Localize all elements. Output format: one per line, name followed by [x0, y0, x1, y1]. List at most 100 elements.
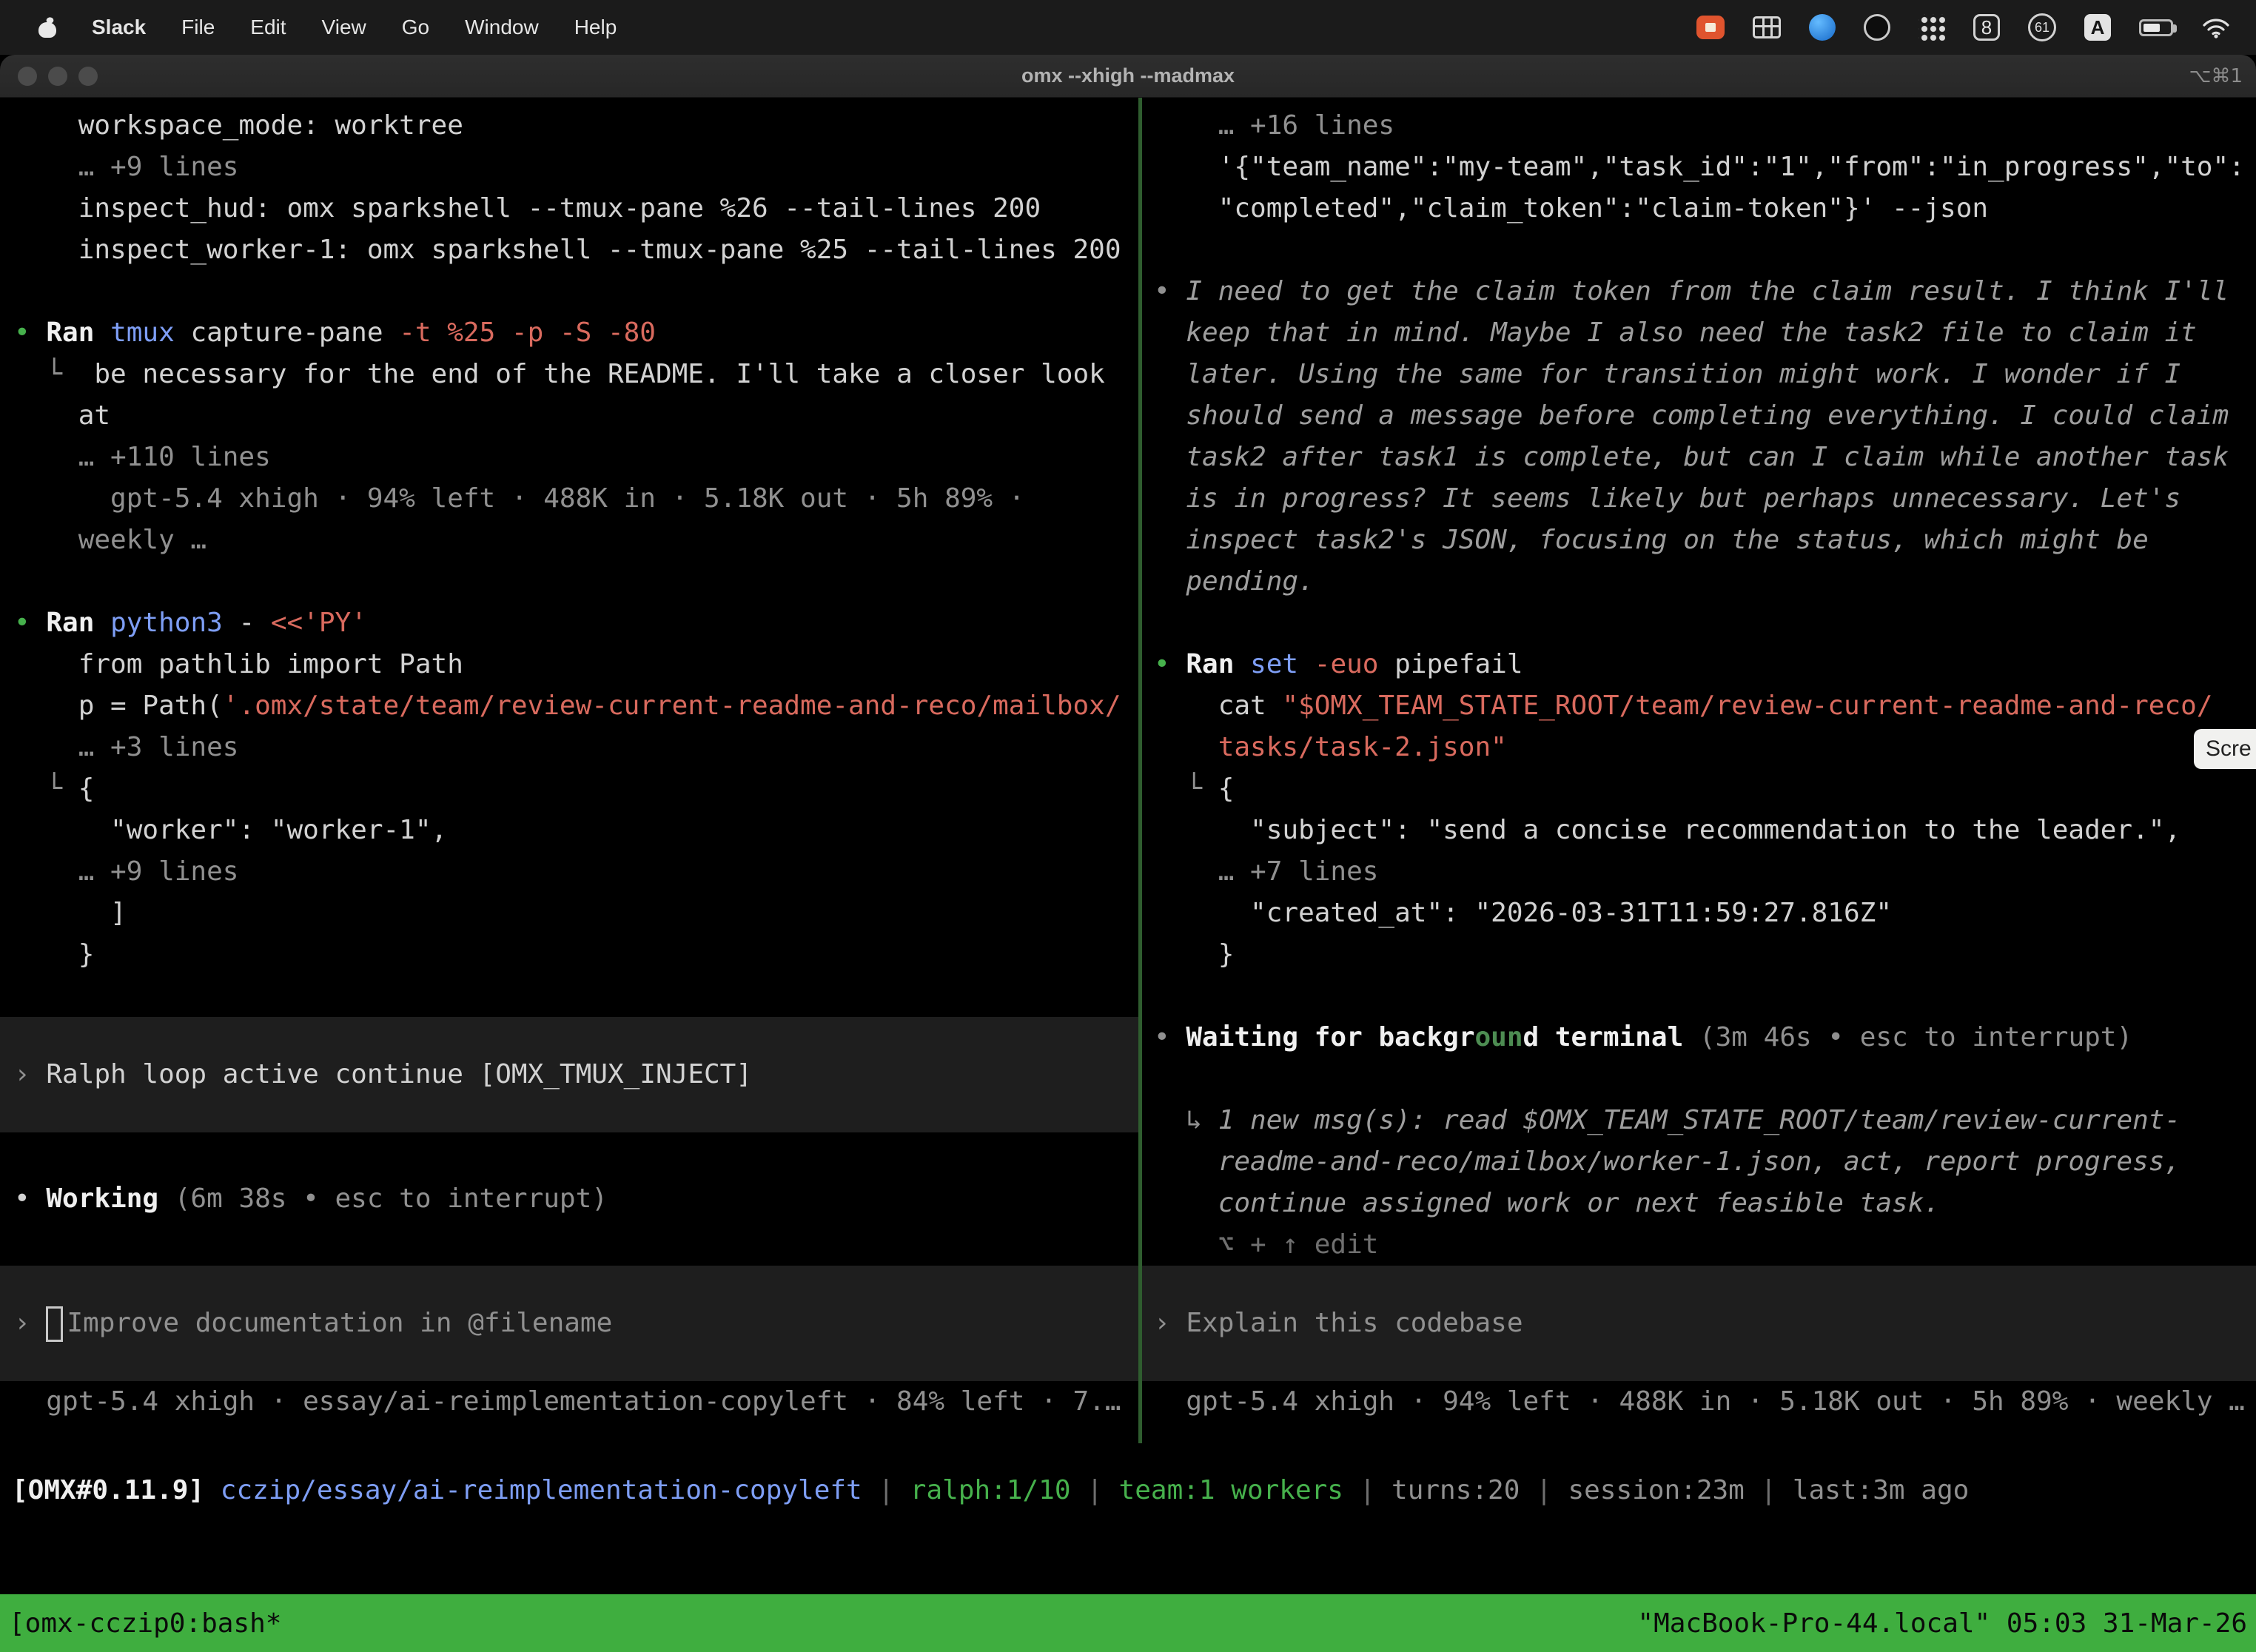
window-title: omx --xhigh --madmax [0, 64, 2256, 87]
text-segment: gpt-5.4 xhigh · 94% left · 488K in · 5.1… [14, 483, 1024, 514]
text-segment: continue assigned work or next feasible … [1154, 1188, 1940, 1218]
text-segment: › [1154, 1308, 1186, 1338]
text-segment: (6m 38s • esc to interrupt) [175, 1183, 608, 1214]
terminal-line: is in progress? It seems likely but perh… [1142, 478, 2256, 520]
spacer [1142, 602, 2256, 644]
text-segment: cat [1154, 691, 1282, 721]
input-prompt-band[interactable]: › Improve documentation in @filename [0, 1266, 1138, 1381]
text-segment: • [14, 1183, 46, 1214]
menu-file[interactable]: File [164, 0, 232, 55]
terminal-pane-left[interactable]: workspace_mode: worktree … +9 lines insp… [0, 98, 1138, 1443]
minimize-button[interactable] [48, 67, 67, 86]
terminal-pane-right[interactable]: … +16 lines '{"team_name":"my-team","tas… [1142, 98, 2256, 1443]
spacer [0, 271, 1138, 312]
text-segment: "worker": "worker-1", [14, 815, 447, 845]
terminal-line: … +9 lines [0, 851, 1138, 893]
text-segment: oun [1475, 1022, 1523, 1052]
text-segment: - [238, 608, 270, 638]
dots-grid-icon[interactable] [1918, 14, 1945, 41]
zoom-button[interactable] [78, 67, 98, 86]
close-button[interactable] [18, 67, 37, 86]
grid-app-icon[interactable] [1753, 16, 1781, 38]
menu-window[interactable]: Window [447, 0, 557, 55]
text-segment: Ran [1186, 649, 1250, 679]
ralph-loop-prompt: › Ralph loop active continue [OMX_TMUX_I… [0, 1054, 1138, 1095]
terminal-line: workspace_mode: worktree [0, 105, 1138, 147]
input-prompt: › Explain this codebase [1142, 1303, 2256, 1344]
terminal-line: '{"team_name":"my-team","task_id":"1","f… [1142, 147, 2256, 188]
waiting-status: • Waiting for background terminal (3m 46… [1142, 1017, 2256, 1058]
menu-help[interactable]: Help [557, 0, 635, 55]
tmux-host-time: "MacBook-Pro-44.local" 05:03 31-Mar-26 [1637, 1608, 2247, 1639]
status-segment: | [1745, 1475, 1793, 1505]
window-titlebar[interactable]: omx --xhigh --madmax ⌥⌘1 [0, 55, 2256, 98]
dark-app-icon[interactable] [1864, 14, 1890, 41]
text-segment: d terminal [1523, 1022, 1699, 1052]
text-segment: keep that in mind. Maybe I also need the… [1154, 318, 2197, 348]
apple-menu[interactable] [21, 0, 74, 55]
ralph-loop-prompt-band[interactable]: › Ralph loop active continue [OMX_TMUX_I… [0, 1017, 1138, 1132]
spacer [0, 976, 1138, 1017]
text-segment: tasks/task-2.json" [1154, 732, 1507, 762]
text-segment: gpt-5.4 xhigh · 94% left · 488K in · 5.1… [1154, 1386, 2245, 1417]
menu-go[interactable]: Go [384, 0, 447, 55]
text-segment: tmux [110, 318, 190, 348]
text-segment: ] [14, 898, 127, 928]
menu-edit[interactable]: Edit [232, 0, 303, 55]
text-segment: '.omx/state/team/review-current-readme-a… [223, 691, 1121, 721]
key-8-icon[interactable]: 8 [1973, 14, 2000, 41]
thinking-text: • I need to get the claim token from the… [1142, 271, 2256, 312]
menu-view[interactable]: View [304, 0, 384, 55]
text-segment: readme-and-reco/mailbox/worker-1.json, a… [1154, 1146, 2181, 1177]
text-segment: › [14, 1059, 46, 1089]
status-segment: | [1071, 1475, 1119, 1505]
text-segment: ↳ [1154, 1105, 1218, 1135]
text-segment: • [14, 608, 46, 638]
text-segment: -t %25 -p -S -80 [399, 318, 656, 348]
text-segment: • [14, 318, 46, 348]
terminal-line: "created_at": "2026-03-31T11:59:27.816Z" [1142, 893, 2256, 934]
battery-icon[interactable] [2139, 19, 2173, 36]
terminal-line: continue assigned work or next feasible … [1142, 1183, 2256, 1224]
text-segment: <<'PY' [271, 608, 367, 638]
input-source-icon[interactable]: A [2084, 14, 2111, 41]
working-status: • Working (6m 38s • esc to interrupt) [0, 1178, 1138, 1220]
spacer [0, 1220, 1138, 1266]
text-segment: workspace_mode: worktree [14, 110, 463, 141]
text-segment: › [14, 1308, 46, 1338]
text-segment: } [1154, 939, 1234, 970]
terminal-line: task2 after task1 is complete, but can I… [1142, 437, 2256, 478]
terminal-line: "worker": "worker-1", [0, 810, 1138, 851]
terminal-line: "subject": "send a concise recommendatio… [1142, 810, 2256, 851]
text-segment: "$OMX_TEAM_STATE_ROOT/team/review-curren… [1282, 691, 2212, 721]
battery-gauge-icon[interactable]: 61 [2028, 13, 2056, 41]
text-segment: … +9 lines [14, 152, 238, 182]
terminal-line: └ { [1142, 768, 2256, 810]
text-segment: capture-pane [190, 318, 399, 348]
text-segment: inspect task2's JSON, focusing on the st… [1154, 525, 2149, 555]
text-segment: set [1250, 649, 1315, 679]
app-menu-slack[interactable]: Slack [74, 0, 164, 55]
screen-recording-indicator-icon[interactable] [1696, 16, 1725, 39]
screen-share-notification[interactable]: Scre [2194, 729, 2256, 769]
text-segment: Explain this codebase [1186, 1308, 1523, 1338]
traffic-lights [18, 67, 98, 86]
tmux-status-bar: [omx-cczip0:bash* "MacBook-Pro-44.local"… [0, 1594, 2256, 1652]
text-segment: … +3 lines [14, 732, 238, 762]
text-segment: I need to get the claim token from the c… [1186, 276, 2229, 306]
wifi-icon[interactable] [2201, 16, 2231, 38]
input-prompt-band[interactable]: › Explain this codebase [1142, 1266, 2256, 1381]
pane-status: gpt-5.4 xhigh · essay/ai-reimplementatio… [0, 1381, 1138, 1423]
terminal-line: should send a message before completing … [1142, 395, 2256, 437]
status-segment: ralph:1/10 [910, 1475, 1071, 1505]
status-segment: team:1 workers [1119, 1475, 1343, 1505]
blue-app-icon[interactable] [1809, 14, 1836, 41]
text-segment: pipefail [1394, 649, 1523, 679]
terminal-line: from pathlib import Path [0, 644, 1138, 685]
battery-nub [2173, 24, 2177, 33]
text-segment: p = Path( [14, 691, 223, 721]
terminal-line: later. Using the same for transition mig… [1142, 354, 2256, 395]
text-segment: ⌥ + ↑ edit [1154, 1229, 1378, 1260]
terminal-line: inspect_hud: omx sparkshell --tmux-pane … [0, 188, 1138, 229]
command-line: • Ran set -euo pipefail [1142, 644, 2256, 685]
